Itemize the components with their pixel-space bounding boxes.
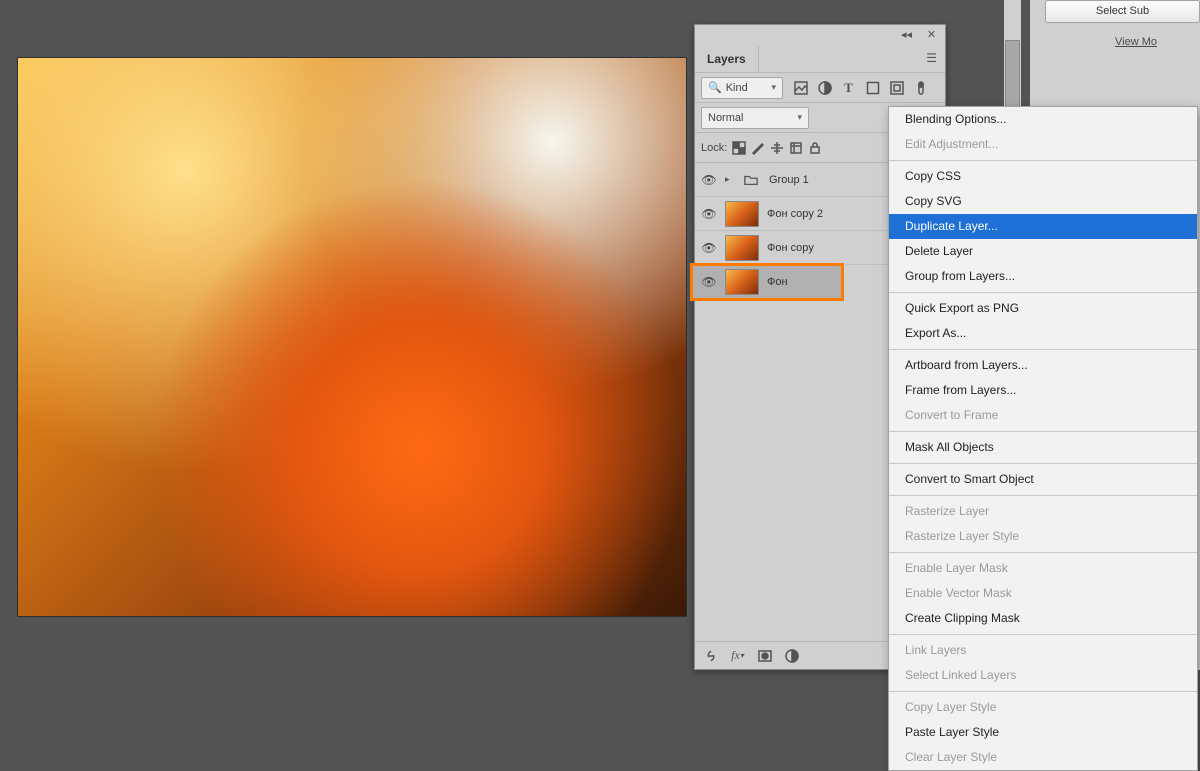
lock-transparency-icon[interactable]	[731, 141, 746, 155]
close-panel-icon[interactable]: ✕	[924, 27, 939, 41]
chevron-down-icon: ▾	[797, 112, 802, 123]
lock-paint-icon[interactable]	[750, 141, 765, 155]
menu-separator	[889, 634, 1197, 635]
menu-item[interactable]: Convert to Smart Object	[889, 467, 1197, 492]
filter-toggle-icon[interactable]	[913, 81, 928, 95]
menu-separator	[889, 552, 1197, 553]
menu-separator	[889, 160, 1197, 161]
layer-thumbnail[interactable]	[725, 269, 759, 295]
filter-row: 🔍 Kind ▾ T	[695, 73, 945, 103]
menu-item: Clear Layer Style	[889, 745, 1197, 770]
collapse-icon[interactable]: ◂◂	[899, 27, 914, 41]
filter-pixel-icon[interactable]	[793, 81, 808, 95]
layers-tab[interactable]: Layers	[695, 46, 759, 72]
layer-style-icon[interactable]: fx▾	[730, 649, 745, 663]
menu-separator	[889, 495, 1197, 496]
menu-item[interactable]: Copy SVG	[889, 189, 1197, 214]
select-subject-button[interactable]: Select Sub	[1045, 0, 1200, 23]
menu-separator	[889, 431, 1197, 432]
menu-item[interactable]: Frame from Layers...	[889, 378, 1197, 403]
filter-kind-select[interactable]: 🔍 Kind ▾	[701, 77, 783, 99]
layer-name: Фон	[767, 276, 788, 288]
menu-item: Rasterize Layer	[889, 499, 1197, 524]
document-canvas[interactable]	[17, 57, 687, 617]
filter-smartobject-icon[interactable]	[889, 81, 904, 95]
layer-mask-icon[interactable]	[757, 649, 772, 663]
menu-item[interactable]: Quick Export as PNG	[889, 296, 1197, 321]
menu-item[interactable]: Delete Layer	[889, 239, 1197, 264]
visibility-toggle[interactable]: 👁	[701, 173, 717, 187]
menu-item: Rasterize Layer Style	[889, 524, 1197, 549]
menu-item[interactable]: Create Clipping Mask	[889, 606, 1197, 631]
filter-kind-value: Kind	[726, 82, 748, 94]
group-name: Group 1	[769, 174, 809, 186]
layer-name: Фон copy	[767, 242, 814, 254]
menu-separator	[889, 463, 1197, 464]
menu-item: Enable Vector Mask	[889, 581, 1197, 606]
blend-mode-select[interactable]: Normal ▾	[701, 107, 809, 129]
filter-adjustment-icon[interactable]	[817, 81, 832, 95]
menu-item: Select Linked Layers	[889, 663, 1197, 688]
panel-tabstrip: Layers ☰	[695, 43, 945, 73]
layer-context-menu[interactable]: Blending Options...Edit Adjustment... Cop…	[888, 106, 1198, 771]
lock-position-icon[interactable]	[769, 141, 784, 155]
menu-item[interactable]: Duplicate Layer...	[889, 214, 1197, 239]
lock-all-icon[interactable]	[807, 141, 822, 155]
menu-item[interactable]: Export As...	[889, 321, 1197, 346]
folder-icon	[741, 172, 761, 188]
layer-row-selected[interactable]: 👁 Фон	[692, 265, 842, 299]
layer-thumbnail[interactable]	[725, 235, 759, 261]
menu-item[interactable]: Blending Options...	[889, 107, 1197, 132]
menu-separator	[889, 349, 1197, 350]
link-layers-icon[interactable]	[703, 649, 718, 663]
menu-item[interactable]: Paste Layer Style	[889, 720, 1197, 745]
menu-item: Convert to Frame	[889, 403, 1197, 428]
adjustment-layer-icon[interactable]	[784, 649, 799, 663]
chevron-down-icon: ▾	[771, 82, 776, 93]
view-more-link[interactable]: View Mo	[1115, 36, 1157, 48]
expand-caret-icon[interactable]: ▸	[725, 174, 733, 185]
visibility-toggle[interactable]: 👁	[701, 275, 717, 289]
visibility-toggle[interactable]: 👁	[701, 207, 717, 221]
filter-type-icon[interactable]: T	[841, 81, 856, 95]
menu-item: Enable Layer Mask	[889, 556, 1197, 581]
lock-artboard-icon[interactable]	[788, 141, 803, 155]
menu-item[interactable]: Mask All Objects	[889, 435, 1197, 460]
menu-item: Link Layers	[889, 638, 1197, 663]
menu-item[interactable]: Group from Layers...	[889, 264, 1197, 289]
panel-menu-icon[interactable]: ☰	[918, 51, 945, 65]
menu-item: Copy Layer Style	[889, 695, 1197, 720]
filter-shape-icon[interactable]	[865, 81, 880, 95]
search-icon: 🔍	[708, 81, 722, 94]
blend-mode-value: Normal	[708, 112, 743, 124]
layer-name: Фон copy 2	[767, 208, 823, 220]
menu-item[interactable]: Artboard from Layers...	[889, 353, 1197, 378]
menu-item: Edit Adjustment...	[889, 132, 1197, 157]
menu-separator	[889, 691, 1197, 692]
menu-item[interactable]: Copy CSS	[889, 164, 1197, 189]
visibility-toggle[interactable]: 👁	[701, 241, 717, 255]
menu-separator	[889, 292, 1197, 293]
lock-label: Lock:	[701, 142, 727, 154]
layer-thumbnail[interactable]	[725, 201, 759, 227]
